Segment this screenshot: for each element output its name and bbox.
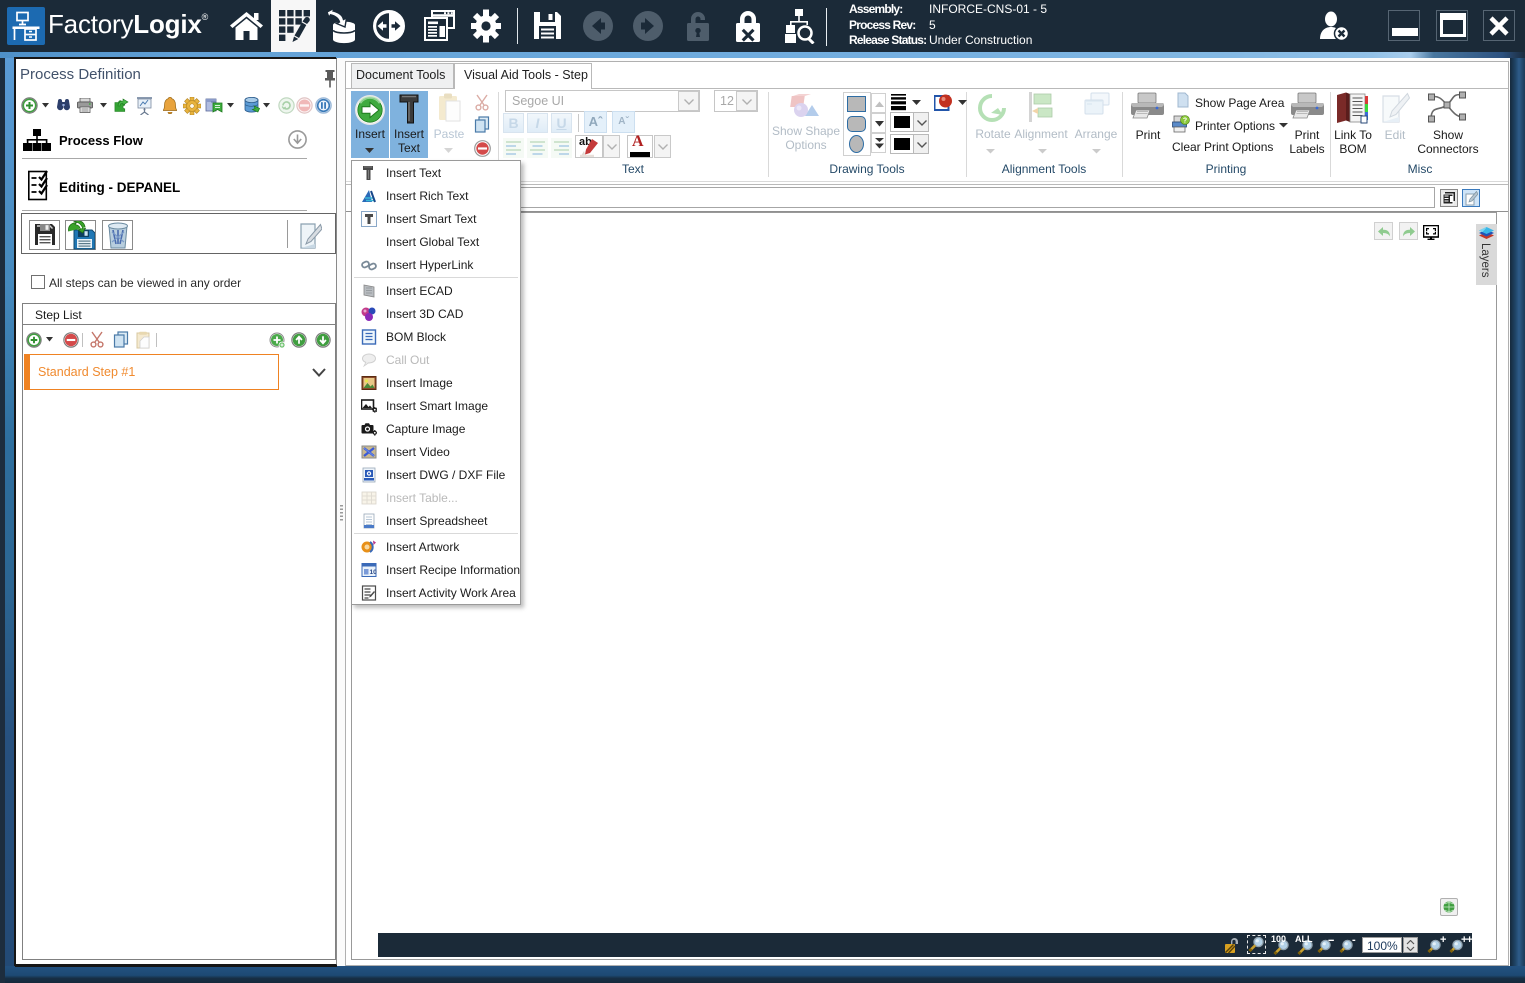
svg-text:101: 101 xyxy=(370,569,378,576)
svg-text:?: ? xyxy=(1183,117,1187,124)
